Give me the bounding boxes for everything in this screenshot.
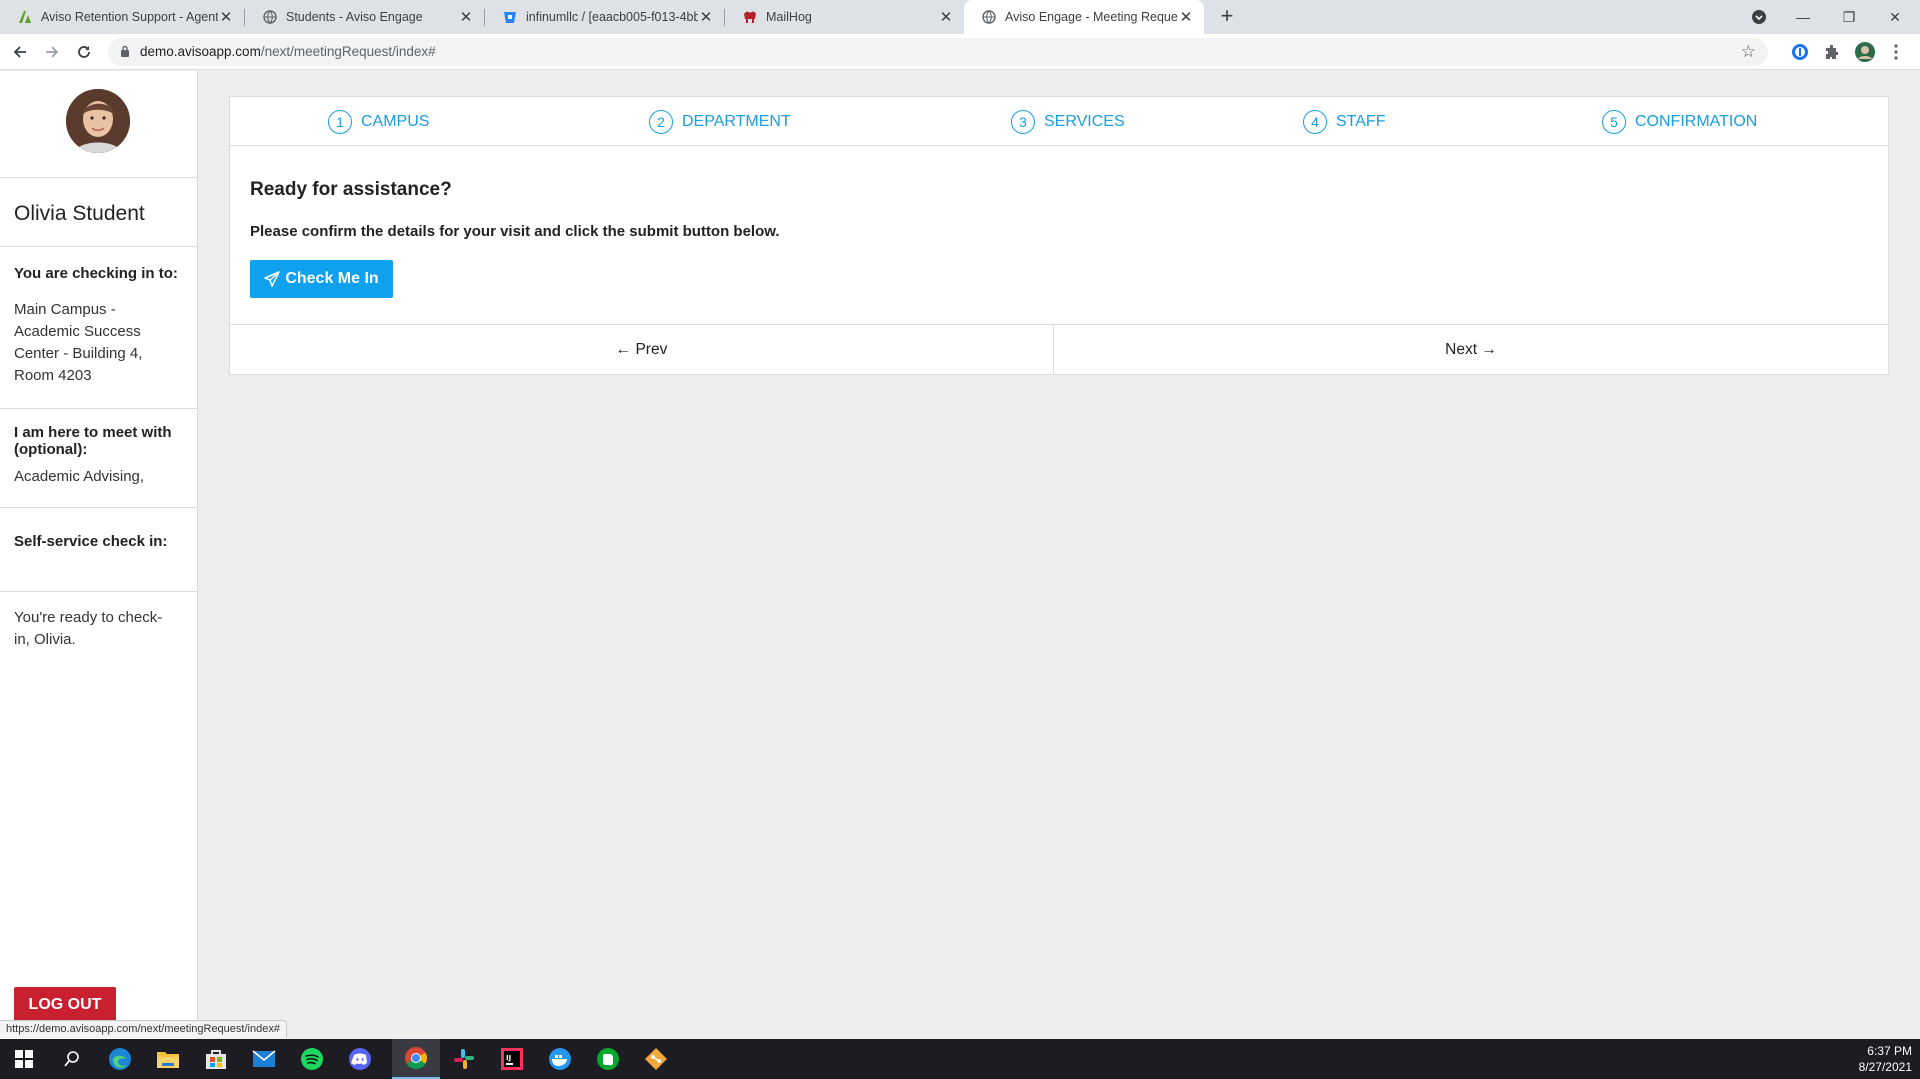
divider bbox=[0, 177, 197, 178]
bookmark-star-icon[interactable]: ☆ bbox=[1741, 42, 1756, 62]
slack-icon[interactable] bbox=[440, 1039, 488, 1079]
divider bbox=[0, 591, 197, 592]
sidebar: Olivia Student You are checking in to: M… bbox=[0, 71, 198, 1039]
step-services[interactable]: 3 SERVICES bbox=[1011, 110, 1125, 134]
confirmation-heading: Ready for assistance? bbox=[250, 179, 452, 200]
divider bbox=[0, 246, 197, 247]
browser-menu-icon[interactable] bbox=[1886, 42, 1906, 62]
browser-tab-active[interactable]: Aviso Engage - Meeting Request ✕ bbox=[964, 0, 1204, 34]
self-service-heading: Self-service check in: bbox=[14, 533, 168, 550]
windows-start-icon[interactable] bbox=[0, 1039, 48, 1079]
svg-text:IJ: IJ bbox=[506, 1054, 511, 1062]
globe-icon bbox=[982, 10, 996, 24]
step-label: STAFF bbox=[1336, 113, 1386, 130]
step-campus[interactable]: 1 CAMPUS bbox=[328, 110, 429, 134]
windows-taskbar: IJ 6:37 PM 8/27/2021 bbox=[0, 1039, 1920, 1079]
close-window-icon[interactable]: ✕ bbox=[1872, 0, 1918, 34]
browser-tab[interactable]: infinumllc / [eaacb005-f013-4bb ✕ bbox=[485, 0, 724, 34]
checking-in-heading: You are checking in to: bbox=[14, 265, 178, 282]
discord-icon[interactable] bbox=[336, 1039, 384, 1079]
step-label: CAMPUS bbox=[361, 113, 430, 130]
divider bbox=[0, 507, 197, 508]
address-bar[interactable]: demo.avisoapp.com/next/meetingRequest/in… bbox=[108, 38, 1768, 66]
next-button[interactable]: Next → bbox=[1054, 325, 1888, 375]
back-icon[interactable] bbox=[8, 40, 32, 64]
url-text: demo.avisoapp.com/next/meetingRequest/in… bbox=[140, 44, 436, 59]
clock-date: 8/27/2021 bbox=[1858, 1060, 1912, 1074]
step-number: 1 bbox=[328, 110, 352, 134]
step-confirmation[interactable]: 5 CONFIRMATION bbox=[1602, 110, 1757, 134]
step-label: SERVICES bbox=[1044, 113, 1125, 130]
git-icon[interactable] bbox=[632, 1039, 680, 1079]
close-tab-icon[interactable]: ✕ bbox=[458, 8, 474, 26]
step-label: CONFIRMATION bbox=[1635, 113, 1758, 130]
check-me-in-label: Check Me In bbox=[285, 270, 379, 287]
step-label: DEPARTMENT bbox=[682, 113, 791, 130]
mailhog-icon bbox=[743, 10, 757, 24]
wizard-pager: ← Prev Next → bbox=[230, 324, 1888, 375]
step-number: 4 bbox=[1303, 110, 1327, 134]
minimize-icon[interactable]: — bbox=[1780, 0, 1826, 34]
mail-icon[interactable] bbox=[240, 1039, 288, 1079]
system-clock[interactable]: 6:37 PM 8/27/2021 bbox=[1859, 1043, 1912, 1075]
meeting-request-card: 1 CAMPUS 2 DEPARTMENT 3 SERVICES 4 STAFF… bbox=[229, 96, 1889, 375]
edge-icon[interactable] bbox=[96, 1039, 144, 1079]
student-avatar bbox=[66, 89, 130, 153]
logout-button[interactable]: LOG OUT bbox=[14, 987, 116, 1023]
chrome-icon[interactable] bbox=[392, 1039, 440, 1079]
step-number: 5 bbox=[1602, 110, 1626, 134]
step-number: 2 bbox=[649, 110, 673, 134]
restore-icon[interactable]: ❐ bbox=[1826, 0, 1872, 34]
evernote-icon[interactable] bbox=[584, 1039, 632, 1079]
close-tab-icon[interactable]: ✕ bbox=[218, 8, 234, 26]
docker-icon[interactable] bbox=[536, 1039, 584, 1079]
forward-icon[interactable] bbox=[40, 40, 64, 64]
extensions-icon[interactable] bbox=[1822, 42, 1842, 62]
step-number: 3 bbox=[1011, 110, 1035, 134]
step-department[interactable]: 2 DEPARTMENT bbox=[649, 110, 791, 134]
meet-with-value: Academic Advising, bbox=[14, 468, 145, 485]
divider bbox=[0, 408, 197, 409]
browser-tab[interactable]: MailHog ✕ bbox=[725, 0, 964, 34]
browser-tab[interactable]: Aviso Retention Support - Agent ✕ bbox=[0, 0, 244, 34]
globe-icon bbox=[263, 10, 277, 24]
confirmation-instructions: Please confirm the details for your visi… bbox=[250, 223, 780, 240]
tab-search-icon[interactable] bbox=[1736, 0, 1782, 34]
ready-message: You're ready to check-in, Olivia. bbox=[14, 609, 163, 648]
aviso-agent-icon bbox=[18, 10, 32, 24]
spotify-icon[interactable] bbox=[288, 1039, 336, 1079]
profile-avatar[interactable] bbox=[1855, 42, 1875, 62]
new-tab-button[interactable]: + bbox=[1214, 4, 1240, 30]
close-tab-icon[interactable]: ✕ bbox=[938, 8, 954, 26]
close-tab-icon[interactable]: ✕ bbox=[698, 8, 714, 26]
status-link-preview: https://demo.avisoapp.com/next/meetingRe… bbox=[0, 1020, 287, 1038]
intellij-icon[interactable]: IJ bbox=[488, 1039, 536, 1079]
bitbucket-icon bbox=[503, 10, 517, 24]
password-manager-icon[interactable] bbox=[1790, 42, 1810, 62]
meet-with-heading: I am here to meet with (optional): bbox=[14, 424, 172, 458]
close-tab-icon[interactable]: ✕ bbox=[1178, 8, 1194, 26]
browser-toolbar: demo.avisoapp.com/next/meetingRequest/in… bbox=[0, 34, 1920, 70]
file-explorer-icon[interactable] bbox=[144, 1039, 192, 1079]
lock-icon bbox=[121, 45, 129, 57]
reload-icon[interactable] bbox=[72, 40, 96, 64]
store-icon[interactable] bbox=[192, 1039, 240, 1079]
browser-tab[interactable]: Students - Aviso Engage ✕ bbox=[245, 0, 484, 34]
paper-plane-icon bbox=[264, 271, 281, 287]
clock-time: 6:37 PM bbox=[1867, 1044, 1912, 1058]
wizard-steps: 1 CAMPUS 2 DEPARTMENT 3 SERVICES 4 STAFF… bbox=[230, 97, 1888, 146]
browser-tab-strip: Aviso Retention Support - Agent ✕ Studen… bbox=[0, 0, 1920, 34]
check-me-in-button[interactable]: Check Me In bbox=[250, 260, 393, 298]
checkin-location: Main Campus - Academic Success Center - … bbox=[14, 301, 143, 384]
student-name: Olivia Student bbox=[14, 202, 145, 225]
prev-button[interactable]: ← Prev bbox=[230, 325, 1053, 375]
step-staff[interactable]: 4 STAFF bbox=[1303, 110, 1385, 134]
search-icon[interactable] bbox=[48, 1039, 96, 1079]
